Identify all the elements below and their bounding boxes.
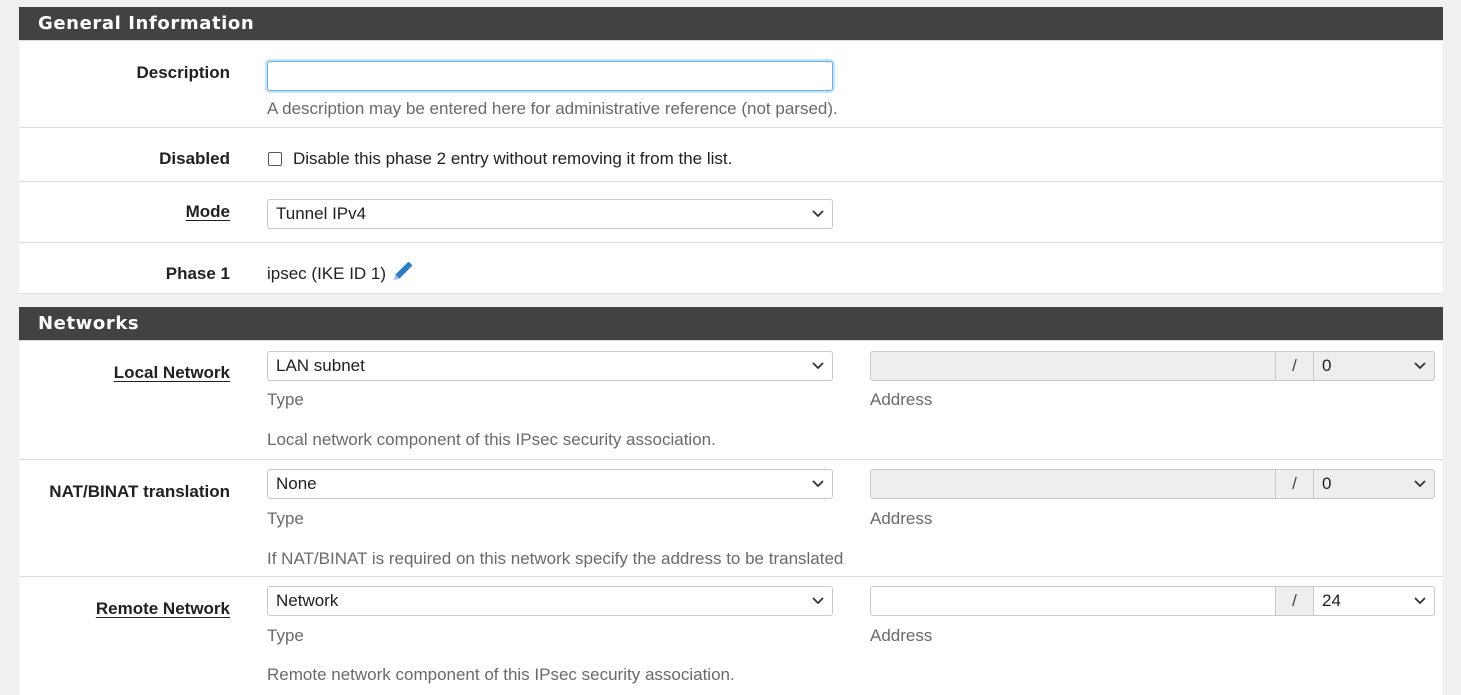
remote-network-address-group: / 24 bbox=[870, 586, 1435, 616]
nat-binat-address-input[interactable] bbox=[870, 469, 1276, 499]
remote-network-row: Remote Network Network / 24 Type Address… bbox=[19, 576, 1443, 695]
nat-binat-mask-select[interactable]: 0 bbox=[1313, 469, 1435, 499]
nat-binat-address-group: / 0 bbox=[870, 469, 1435, 499]
mode-label[interactable]: Mode bbox=[186, 202, 230, 222]
local-network-label[interactable]: Local Network bbox=[114, 363, 230, 383]
remote-network-mask-select[interactable]: 24 bbox=[1313, 586, 1435, 616]
chevron-down-icon bbox=[812, 587, 824, 605]
cidr-slash: / bbox=[1275, 586, 1314, 616]
local-network-mask-value: 0 bbox=[1322, 356, 1332, 375]
remote-network-help: Remote network component of this IPsec s… bbox=[267, 665, 735, 684]
local-network-type-value: LAN subnet bbox=[276, 356, 365, 375]
description-label: Description bbox=[136, 63, 230, 82]
panel-heading-networks: Networks bbox=[19, 307, 1443, 340]
description-row: Description A description may be entered… bbox=[19, 40, 1443, 127]
mode-row: Mode Tunnel IPv4 bbox=[19, 181, 1443, 242]
local-network-address-input[interactable] bbox=[870, 351, 1276, 381]
local-network-address-group: / 0 bbox=[870, 351, 1435, 381]
local-network-address-caption: Address bbox=[870, 390, 933, 409]
mode-select-value: Tunnel IPv4 bbox=[276, 204, 367, 223]
general-information-panel: General Information Description A descri… bbox=[19, 7, 1443, 293]
nat-binat-type-select[interactable]: None bbox=[267, 469, 833, 499]
remote-network-address-caption: Address bbox=[870, 626, 933, 645]
remote-network-type-select[interactable]: Network bbox=[267, 586, 833, 616]
chevron-down-icon bbox=[812, 470, 824, 488]
nat-binat-label: NAT/BINAT translation bbox=[49, 482, 230, 501]
chevron-down-icon bbox=[812, 200, 824, 218]
chevron-down-icon bbox=[1414, 470, 1426, 488]
description-input[interactable] bbox=[267, 61, 833, 91]
chevron-down-icon bbox=[1414, 352, 1426, 370]
nat-binat-row: NAT/BINAT translation None / 0 Type Addr… bbox=[19, 459, 1443, 576]
remote-network-label[interactable]: Remote Network bbox=[96, 599, 230, 619]
local-network-help: Local network component of this IPsec se… bbox=[267, 430, 716, 449]
disabled-checkbox-text: Disable this phase 2 entry without remov… bbox=[293, 149, 733, 168]
nat-binat-address-caption: Address bbox=[870, 509, 933, 528]
phase1-label: Phase 1 bbox=[165, 264, 230, 283]
remote-network-type-value: Network bbox=[276, 591, 339, 610]
disabled-label: Disabled bbox=[159, 149, 230, 168]
nat-binat-mask-value: 0 bbox=[1322, 474, 1332, 493]
nat-binat-type-caption: Type bbox=[267, 509, 304, 528]
chevron-down-icon bbox=[812, 352, 824, 370]
description-help: A description may be entered here for ad… bbox=[267, 99, 838, 118]
networks-panel: Networks Local Network LAN subnet / 0 Ty… bbox=[19, 307, 1443, 695]
pencil-icon[interactable] bbox=[390, 260, 414, 284]
nat-binat-help: If NAT/BINAT is required on this network… bbox=[267, 549, 844, 568]
disabled-row: Disabled Disable this phase 2 entry with… bbox=[19, 127, 1443, 181]
local-network-type-select[interactable]: LAN subnet bbox=[267, 351, 833, 381]
mode-select[interactable]: Tunnel IPv4 bbox=[267, 199, 833, 229]
phase1-row: Phase 1 ipsec (IKE ID 1) bbox=[19, 242, 1443, 292]
disabled-checkbox[interactable] bbox=[268, 152, 282, 166]
local-network-type-caption: Type bbox=[267, 390, 304, 409]
cidr-slash: / bbox=[1275, 351, 1314, 381]
remote-network-address-input[interactable] bbox=[870, 586, 1276, 616]
nat-binat-type-value: None bbox=[276, 474, 317, 493]
phase1-value: ipsec (IKE ID 1) bbox=[267, 264, 387, 283]
local-network-mask-select[interactable]: 0 bbox=[1313, 351, 1435, 381]
cidr-slash: / bbox=[1275, 469, 1314, 499]
remote-network-mask-value: 24 bbox=[1322, 591, 1341, 610]
local-network-row: Local Network LAN subnet / 0 Type Addres… bbox=[19, 340, 1443, 459]
panel-heading-general: General Information bbox=[19, 7, 1443, 40]
chevron-down-icon bbox=[1414, 587, 1426, 605]
remote-network-type-caption: Type bbox=[267, 626, 304, 645]
